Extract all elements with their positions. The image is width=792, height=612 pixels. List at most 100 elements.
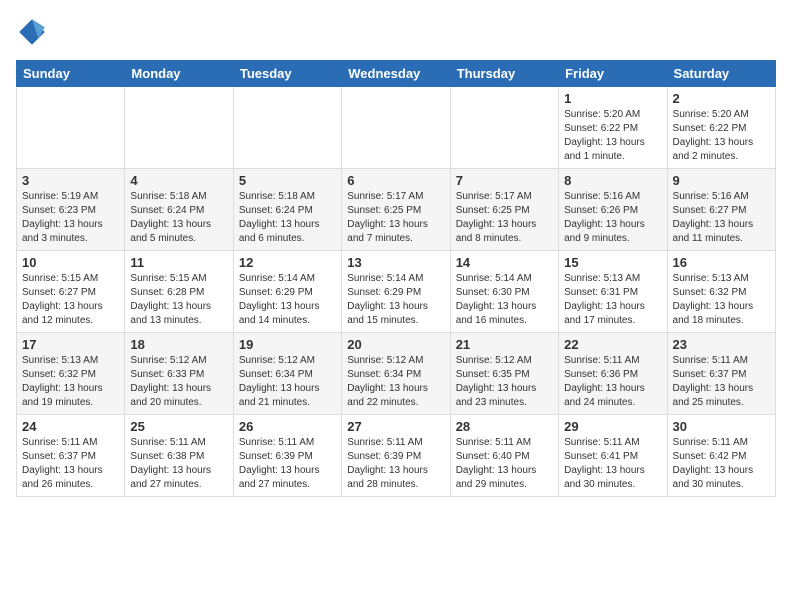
calendar-cell: 30 Sunrise: 5:11 AM Sunset: 6:42 PM Dayli… <box>667 415 775 497</box>
day-info: Sunrise: 5:11 AM Sunset: 6:41 PM Dayligh… <box>564 436 661 492</box>
day-number: 18 <box>130 337 227 352</box>
day-number: 25 <box>130 419 227 434</box>
day-number: 3 <box>22 173 119 188</box>
calendar-header-row: SundayMondayTuesdayWednesdayThursdayFrid… <box>17 61 776 87</box>
calendar-cell: 15 Sunrise: 5:13 AM Sunset: 6:31 PM Dayli… <box>559 251 667 333</box>
day-number: 9 <box>673 173 770 188</box>
day-number: 11 <box>130 255 227 270</box>
calendar-week-row: 10Sunrise: 5:15 AM Sunset: 6:27 PM Dayli… <box>17 251 776 333</box>
day-info: Sunrise: 5:16 AM Sunset: 6:27 PM Dayligh… <box>673 190 770 246</box>
day-info: Sunrise: 5:12 AM Sunset: 6:33 PM Dayligh… <box>130 354 227 410</box>
calendar-cell: 17 Sunrise: 5:13 AM Sunset: 6:32 PM Dayli… <box>17 333 125 415</box>
calendar-cell: 27 Sunrise: 5:11 AM Sunset: 6:39 PM Dayli… <box>342 415 450 497</box>
logo-icon <box>16 16 48 48</box>
weekday-header: Tuesday <box>233 61 341 87</box>
day-info: Sunrise: 5:11 AM Sunset: 6:39 PM Dayligh… <box>347 436 444 492</box>
day-info: Sunrise: 5:20 AM Sunset: 6:22 PM Dayligh… <box>673 108 770 164</box>
calendar-cell <box>450 87 558 169</box>
day-info: Sunrise: 5:19 AM Sunset: 6:23 PM Dayligh… <box>22 190 119 246</box>
calendar-cell: 24 Sunrise: 5:11 AM Sunset: 6:37 PM Dayli… <box>17 415 125 497</box>
day-info: Sunrise: 5:16 AM Sunset: 6:26 PM Dayligh… <box>564 190 661 246</box>
calendar-week-row: 1 Sunrise: 5:20 AM Sunset: 6:22 PM Daylig… <box>17 87 776 169</box>
calendar-cell: 6 Sunrise: 5:17 AM Sunset: 6:25 PM Daylig… <box>342 169 450 251</box>
day-number: 21 <box>456 337 553 352</box>
day-number: 30 <box>673 419 770 434</box>
day-number: 23 <box>673 337 770 352</box>
calendar-cell: 9 Sunrise: 5:16 AM Sunset: 6:27 PM Daylig… <box>667 169 775 251</box>
day-number: 1 <box>564 91 661 106</box>
day-number: 6 <box>347 173 444 188</box>
calendar-cell: 21 Sunrise: 5:12 AM Sunset: 6:35 PM Dayli… <box>450 333 558 415</box>
day-number: 13 <box>347 255 444 270</box>
day-number: 15 <box>564 255 661 270</box>
day-number: 5 <box>239 173 336 188</box>
calendar-cell: 7Sunrise: 5:17 AM Sunset: 6:25 PM Daylig… <box>450 169 558 251</box>
calendar-cell <box>17 87 125 169</box>
day-number: 4 <box>130 173 227 188</box>
calendar-cell: 1 Sunrise: 5:20 AM Sunset: 6:22 PM Daylig… <box>559 87 667 169</box>
day-number: 7 <box>456 173 553 188</box>
calendar-week-row: 3 Sunrise: 5:19 AM Sunset: 6:23 PM Daylig… <box>17 169 776 251</box>
calendar-cell: 2 Sunrise: 5:20 AM Sunset: 6:22 PM Daylig… <box>667 87 775 169</box>
calendar-cell: 16 Sunrise: 5:13 AM Sunset: 6:32 PM Dayli… <box>667 251 775 333</box>
day-number: 8 <box>564 173 661 188</box>
day-number: 12 <box>239 255 336 270</box>
day-info: Sunrise: 5:13 AM Sunset: 6:31 PM Dayligh… <box>564 272 661 328</box>
weekday-header: Thursday <box>450 61 558 87</box>
day-info: Sunrise: 5:20 AM Sunset: 6:22 PM Dayligh… <box>564 108 661 164</box>
day-number: 16 <box>673 255 770 270</box>
calendar-cell: 13 Sunrise: 5:14 AM Sunset: 6:29 PM Dayli… <box>342 251 450 333</box>
day-info: Sunrise: 5:11 AM Sunset: 6:37 PM Dayligh… <box>673 354 770 410</box>
calendar-cell: 5 Sunrise: 5:18 AM Sunset: 6:24 PM Daylig… <box>233 169 341 251</box>
day-info: Sunrise: 5:12 AM Sunset: 6:35 PM Dayligh… <box>456 354 553 410</box>
calendar-cell: 22Sunrise: 5:11 AM Sunset: 6:36 PM Dayli… <box>559 333 667 415</box>
day-info: Sunrise: 5:11 AM Sunset: 6:37 PM Dayligh… <box>22 436 119 492</box>
weekday-header: Monday <box>125 61 233 87</box>
day-info: Sunrise: 5:12 AM Sunset: 6:34 PM Dayligh… <box>239 354 336 410</box>
day-info: Sunrise: 5:17 AM Sunset: 6:25 PM Dayligh… <box>347 190 444 246</box>
calendar-cell: 19 Sunrise: 5:12 AM Sunset: 6:34 PM Dayli… <box>233 333 341 415</box>
day-info: Sunrise: 5:11 AM Sunset: 6:42 PM Dayligh… <box>673 436 770 492</box>
day-info: Sunrise: 5:13 AM Sunset: 6:32 PM Dayligh… <box>22 354 119 410</box>
calendar-cell: 12 Sunrise: 5:14 AM Sunset: 6:29 PM Dayli… <box>233 251 341 333</box>
day-info: Sunrise: 5:14 AM Sunset: 6:29 PM Dayligh… <box>347 272 444 328</box>
weekday-header: Wednesday <box>342 61 450 87</box>
day-info: Sunrise: 5:11 AM Sunset: 6:38 PM Dayligh… <box>130 436 227 492</box>
day-info: Sunrise: 5:15 AM Sunset: 6:28 PM Dayligh… <box>130 272 227 328</box>
calendar-week-row: 24 Sunrise: 5:11 AM Sunset: 6:37 PM Dayli… <box>17 415 776 497</box>
day-info: Sunrise: 5:13 AM Sunset: 6:32 PM Dayligh… <box>673 272 770 328</box>
day-info: Sunrise: 5:14 AM Sunset: 6:29 PM Dayligh… <box>239 272 336 328</box>
logo <box>16 16 52 48</box>
calendar-cell: 18 Sunrise: 5:12 AM Sunset: 6:33 PM Dayli… <box>125 333 233 415</box>
calendar-cell: 3 Sunrise: 5:19 AM Sunset: 6:23 PM Daylig… <box>17 169 125 251</box>
calendar-cell <box>233 87 341 169</box>
page-header <box>16 16 776 48</box>
day-number: 17 <box>22 337 119 352</box>
calendar-cell <box>125 87 233 169</box>
calendar-cell: 10Sunrise: 5:15 AM Sunset: 6:27 PM Dayli… <box>17 251 125 333</box>
calendar-cell: 11 Sunrise: 5:15 AM Sunset: 6:28 PM Dayli… <box>125 251 233 333</box>
weekday-header: Sunday <box>17 61 125 87</box>
weekday-header: Friday <box>559 61 667 87</box>
day-number: 22 <box>564 337 661 352</box>
calendar-cell: 28Sunrise: 5:11 AM Sunset: 6:40 PM Dayli… <box>450 415 558 497</box>
day-number: 26 <box>239 419 336 434</box>
day-number: 19 <box>239 337 336 352</box>
day-info: Sunrise: 5:18 AM Sunset: 6:24 PM Dayligh… <box>239 190 336 246</box>
day-info: Sunrise: 5:12 AM Sunset: 6:34 PM Dayligh… <box>347 354 444 410</box>
weekday-header: Saturday <box>667 61 775 87</box>
day-number: 14 <box>456 255 553 270</box>
day-number: 24 <box>22 419 119 434</box>
day-info: Sunrise: 5:14 AM Sunset: 6:30 PM Dayligh… <box>456 272 553 328</box>
calendar-table: SundayMondayTuesdayWednesdayThursdayFrid… <box>16 60 776 497</box>
day-info: Sunrise: 5:18 AM Sunset: 6:24 PM Dayligh… <box>130 190 227 246</box>
day-number: 27 <box>347 419 444 434</box>
day-number: 20 <box>347 337 444 352</box>
day-number: 10 <box>22 255 119 270</box>
day-info: Sunrise: 5:11 AM Sunset: 6:40 PM Dayligh… <box>456 436 553 492</box>
day-info: Sunrise: 5:11 AM Sunset: 6:39 PM Dayligh… <box>239 436 336 492</box>
day-number: 29 <box>564 419 661 434</box>
day-number: 2 <box>673 91 770 106</box>
calendar-cell: 25 Sunrise: 5:11 AM Sunset: 6:38 PM Dayli… <box>125 415 233 497</box>
calendar-week-row: 17 Sunrise: 5:13 AM Sunset: 6:32 PM Dayli… <box>17 333 776 415</box>
